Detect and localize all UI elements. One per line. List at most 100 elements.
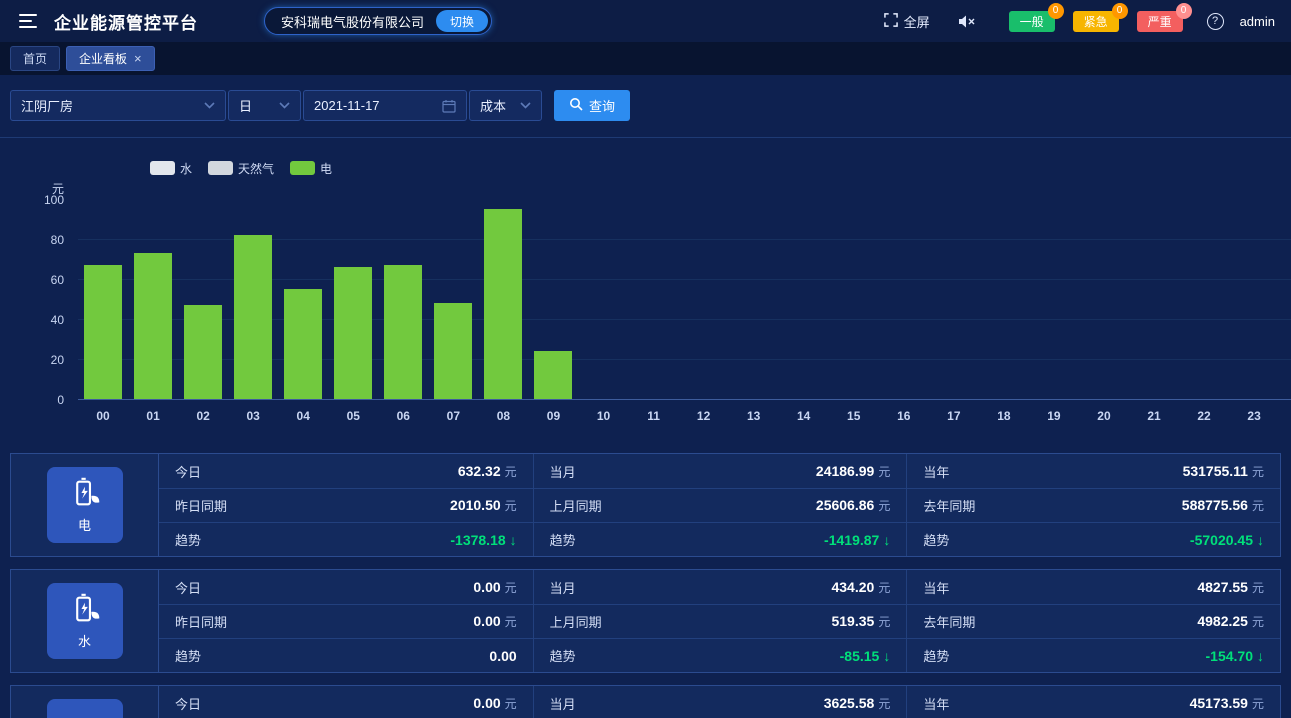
date-picker[interactable]: 2021-11-17	[303, 90, 467, 121]
x-tick-label: 21	[1129, 409, 1179, 423]
stat-number: 434.20	[831, 579, 874, 595]
battery-leaf-icon	[68, 592, 102, 629]
alarm-severe-button[interactable]: 严重 0	[1137, 11, 1183, 32]
date-picker-value: 2021-11-17	[314, 98, 380, 113]
x-tick-label: 07	[428, 409, 478, 423]
bar-column-06[interactable]	[378, 200, 428, 399]
stat-unit: 元	[505, 497, 517, 514]
mute-speaker-icon[interactable]	[958, 14, 975, 29]
stat-value: 0.00元	[473, 695, 516, 712]
period-select[interactable]: 日	[228, 90, 301, 121]
company-switch-button[interactable]: 切换	[436, 10, 488, 32]
bar-01[interactable]	[134, 253, 172, 399]
bar-column-00[interactable]	[78, 200, 128, 399]
bar-column-08[interactable]	[478, 200, 528, 399]
cards-section: 电今日632.32元当月24186.99元当年531755.11元昨日同期201…	[10, 453, 1281, 718]
bar-column-23[interactable]	[1229, 200, 1279, 399]
y-axis-ticks: 020406080100	[0, 200, 78, 400]
bar-column-20[interactable]	[1079, 200, 1129, 399]
stat-number: -57020.45	[1190, 532, 1253, 548]
metric-select[interactable]: 成本	[469, 90, 542, 121]
tab-enterprise-dashboard-label: 企业看板	[79, 50, 127, 67]
company-name: 安科瑞电气股份有限公司	[281, 12, 424, 31]
stat-label: 当月	[550, 462, 576, 481]
stat-unit: 元	[1252, 579, 1264, 596]
bar-column-07[interactable]	[428, 200, 478, 399]
stat-cell: 今日0.00元	[159, 686, 533, 718]
stat-cell: 今日0.00元	[159, 570, 533, 604]
stat-cell: 趋势-57020.45↓	[906, 522, 1280, 556]
help-icon[interactable]: ?	[1207, 13, 1224, 30]
stat-unit: 元	[1252, 695, 1264, 712]
stat-value: -1419.87↓	[824, 532, 890, 548]
site-select[interactable]: 江阴厂房	[10, 90, 226, 121]
legend-item-electricity[interactable]: 电	[290, 160, 332, 177]
stat-value: 632.32元	[458, 463, 517, 480]
bar-column-09[interactable]	[528, 200, 578, 399]
stat-label: 当年	[923, 694, 949, 713]
stat-number: 0.00	[473, 613, 500, 629]
stat-value: 25606.86元	[816, 497, 890, 514]
bar-02[interactable]	[184, 305, 222, 399]
bar-column-14[interactable]	[779, 200, 829, 399]
bar-04[interactable]	[284, 289, 322, 399]
stat-cell: 昨日同期2010.50元	[159, 488, 533, 522]
alarm-urgent-button[interactable]: 紧急 0	[1073, 11, 1119, 32]
stat-value: 588775.56元	[1182, 497, 1264, 514]
alarm-general-button[interactable]: 一般 0	[1009, 11, 1055, 32]
bar-column-04[interactable]	[278, 200, 328, 399]
bar-06[interactable]	[384, 265, 422, 399]
fullscreen-icon	[884, 13, 898, 30]
bar-03[interactable]	[234, 235, 272, 399]
bar-00[interactable]	[84, 265, 122, 399]
legend-item-gas[interactable]: 天然气	[208, 160, 274, 177]
alarm-buttons: 一般 0 紧急 0 严重 0	[1009, 11, 1183, 32]
plot-area: 元 020406080100 0001020304050607080910111…	[0, 180, 1291, 423]
bar-09[interactable]	[534, 351, 572, 399]
bar-column-18[interactable]	[979, 200, 1029, 399]
y-axis-unit-label: 元	[0, 180, 78, 200]
stat-cell: 趋势0.00	[159, 638, 533, 672]
legend-item-water[interactable]: 水	[150, 160, 192, 177]
menu-toggle-icon[interactable]	[16, 9, 40, 33]
bar-column-01[interactable]	[128, 200, 178, 399]
bar-column-15[interactable]	[829, 200, 879, 399]
energy-card: 今日0.00元当月3625.58元当年45173.59元	[10, 685, 1281, 718]
bar-column-22[interactable]	[1179, 200, 1229, 399]
tab-home-label: 首页	[23, 50, 47, 67]
x-tick-label: 16	[879, 409, 929, 423]
bar-07[interactable]	[434, 303, 472, 399]
bar-08[interactable]	[484, 209, 522, 399]
query-button[interactable]: 查询	[554, 90, 630, 121]
x-tick-label: 03	[228, 409, 278, 423]
x-tick-label: 12	[679, 409, 729, 423]
bar-column-13[interactable]	[729, 200, 779, 399]
bar-column-10[interactable]	[578, 200, 628, 399]
energy-card: 电今日632.32元当月24186.99元当年531755.11元昨日同期201…	[10, 453, 1281, 557]
card-icon-cell: 电	[11, 454, 159, 556]
trend-down-arrow-icon: ↓	[883, 648, 890, 664]
bar-05[interactable]	[334, 267, 372, 399]
energy-type-tile: 电	[47, 467, 123, 543]
bar-column-21[interactable]	[1129, 200, 1179, 399]
alarm-urgent-label: 紧急	[1084, 15, 1108, 29]
bar-column-05[interactable]	[328, 200, 378, 399]
bar-column-03[interactable]	[228, 200, 278, 399]
stat-number: 0.00	[473, 695, 500, 711]
stat-cell: 趋势-154.70↓	[906, 638, 1280, 672]
tab-close-icon[interactable]: ×	[134, 52, 142, 65]
x-tick-label: 01	[128, 409, 178, 423]
bar-column-16[interactable]	[879, 200, 929, 399]
company-selector[interactable]: 安科瑞电气股份有限公司 切换	[264, 7, 492, 35]
username[interactable]: admin	[1240, 14, 1275, 29]
bar-column-12[interactable]	[679, 200, 729, 399]
tab-enterprise-dashboard[interactable]: 企业看板 ×	[66, 46, 155, 71]
tab-home[interactable]: 首页	[10, 46, 60, 71]
bar-column-02[interactable]	[178, 200, 228, 399]
bar-column-19[interactable]	[1029, 200, 1079, 399]
bar-column-11[interactable]	[629, 200, 679, 399]
fullscreen-button[interactable]: 全屏	[884, 12, 930, 31]
stat-value: 0.00元	[473, 613, 516, 630]
bar-column-17[interactable]	[929, 200, 979, 399]
app-title: 企业能源管控平台	[54, 9, 198, 34]
